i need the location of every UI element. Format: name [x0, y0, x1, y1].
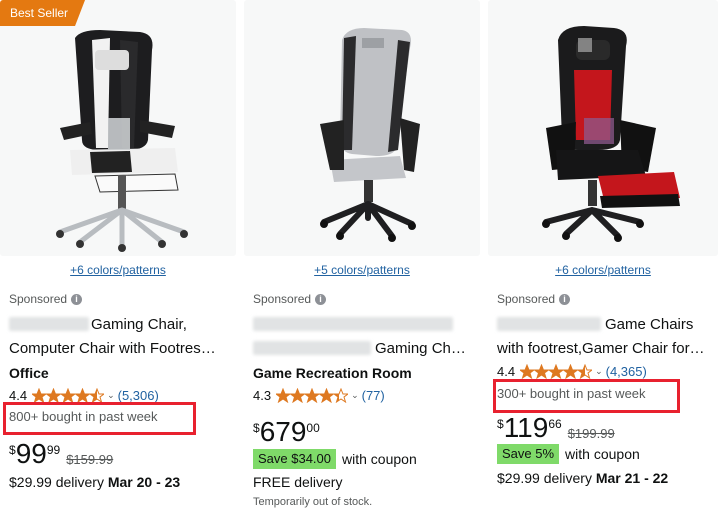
product-card-1[interactable]: Best Seller +6 colors/patterns Sponsored… [0, 0, 236, 517]
price-whole: 99 [15, 438, 47, 469]
redacted-text [253, 341, 371, 355]
price-fraction: 99 [46, 443, 61, 457]
price[interactable]: $ 119 66 $199.99 [497, 414, 615, 442]
colors-patterns-link[interactable]: +5 colors/patterns [244, 263, 480, 277]
delivery-price: $29.99 delivery [497, 470, 592, 486]
highlight-box [3, 402, 196, 435]
rating-value: 4.4 [9, 388, 28, 403]
chevron-down-icon[interactable]: ⌄ [595, 366, 603, 377]
best-seller-badge: Best Seller [0, 0, 85, 26]
coupon-row[interactable]: Save $34.00 with coupon [253, 449, 417, 469]
product-card-3[interactable]: +6 colors/patterns Sponsored i Game Chai… [488, 0, 718, 517]
rating-row[interactable]: 4.4 ⌄ (4,365) [497, 364, 647, 379]
product-image[interactable] [488, 0, 718, 256]
product-image[interactable] [244, 0, 480, 256]
price[interactable]: $ 679 00 [253, 418, 320, 446]
title-line-1: Gaming Chair, [91, 316, 187, 333]
info-icon[interactable]: i [315, 293, 327, 305]
star-rating-icon[interactable] [276, 388, 349, 403]
title-line-2: with footrest,Gamer Chair for… [497, 340, 705, 357]
colors-patterns-link[interactable]: +6 colors/patterns [488, 263, 718, 277]
product-card-2[interactable]: +5 colors/patterns Sponsored i Gaming Ch… [244, 0, 480, 517]
delivery-dates: Mar 20 - 23 [107, 474, 181, 490]
rating-row[interactable]: 4.3 ⌄ (77) [253, 388, 385, 403]
sponsored-text: Sponsored [497, 292, 556, 306]
price-fraction: 66 [548, 417, 562, 431]
rating-row[interactable]: 4.4 ⌄ (5,306) [9, 388, 159, 403]
redacted-text [253, 317, 453, 331]
delivery-info: FREE delivery [253, 474, 343, 490]
product-title[interactable]: Gaming Chair, Computer Chair with Footre… [9, 313, 235, 385]
delivery-info: $29.99 delivery Mar 20 - 23 [9, 474, 180, 490]
price-symbol: $ [253, 421, 260, 435]
product-title[interactable]: Game Chairs with footrest,Gamer Chair fo… [497, 313, 718, 361]
sponsored-label[interactable]: Sponsored i [497, 292, 571, 306]
coupon-text: with coupon [342, 451, 417, 467]
redacted-text [9, 317, 89, 331]
list-price: $199.99 [567, 426, 615, 441]
star-rating-icon[interactable] [32, 388, 105, 403]
gaming-chair-red-black-image [542, 26, 680, 242]
sponsored-label[interactable]: Sponsored i [253, 292, 327, 306]
info-icon[interactable]: i [71, 293, 83, 305]
review-count-link[interactable]: (77) [362, 388, 385, 403]
title-line-3: Office [9, 365, 49, 381]
gaming-chair-gray-fabric-image [320, 28, 420, 242]
rating-value: 4.3 [253, 388, 272, 403]
save-coupon-badge[interactable]: Save 5% [497, 444, 560, 464]
redacted-text [497, 317, 601, 331]
price[interactable]: $ 99 99 $159.99 [9, 440, 113, 468]
list-price: $159.99 [66, 452, 114, 467]
colors-patterns-link[interactable]: +6 colors/patterns [0, 263, 236, 277]
title-line-1: Gaming Ch… [375, 340, 466, 357]
info-icon[interactable]: i [559, 293, 571, 305]
price-symbol: $ [9, 443, 16, 457]
delivery-price: $29.99 delivery [9, 474, 104, 490]
highlight-box [493, 379, 680, 413]
review-count-link[interactable]: (5,306) [118, 388, 159, 403]
price-whole: 679 [259, 416, 307, 447]
price-whole: 119 [503, 412, 549, 443]
star-rating-icon[interactable] [520, 364, 593, 379]
chevron-down-icon[interactable]: ⌄ [107, 390, 115, 401]
product-title[interactable]: Gaming Ch… Game Recreation Room [253, 313, 479, 385]
save-coupon-badge[interactable]: Save $34.00 [253, 449, 337, 469]
delivery-dates: Mar 21 - 22 [595, 470, 669, 486]
title-line-2: Game Recreation Room [253, 365, 412, 381]
product-image[interactable]: Best Seller [0, 0, 236, 256]
coupon-text: with coupon [565, 446, 640, 462]
delivery-info: $29.99 delivery Mar 21 - 22 [497, 470, 668, 486]
review-count-link[interactable]: (4,365) [606, 364, 647, 379]
sponsored-text: Sponsored [253, 292, 312, 306]
title-line-1: Game Chairs [605, 316, 694, 333]
coupon-row[interactable]: Save 5% with coupon [497, 444, 640, 464]
sponsored-label[interactable]: Sponsored i [9, 292, 83, 306]
rating-value: 4.4 [497, 364, 516, 379]
chevron-down-icon[interactable]: ⌄ [351, 390, 359, 401]
stock-note: Temporarily out of stock. [253, 496, 373, 508]
sponsored-text: Sponsored [9, 292, 68, 306]
gaming-chair-black-white-image [56, 30, 188, 252]
title-line-2: Computer Chair with Footres… [9, 340, 216, 357]
price-symbol: $ [497, 417, 504, 431]
price-fraction: 00 [306, 421, 320, 435]
